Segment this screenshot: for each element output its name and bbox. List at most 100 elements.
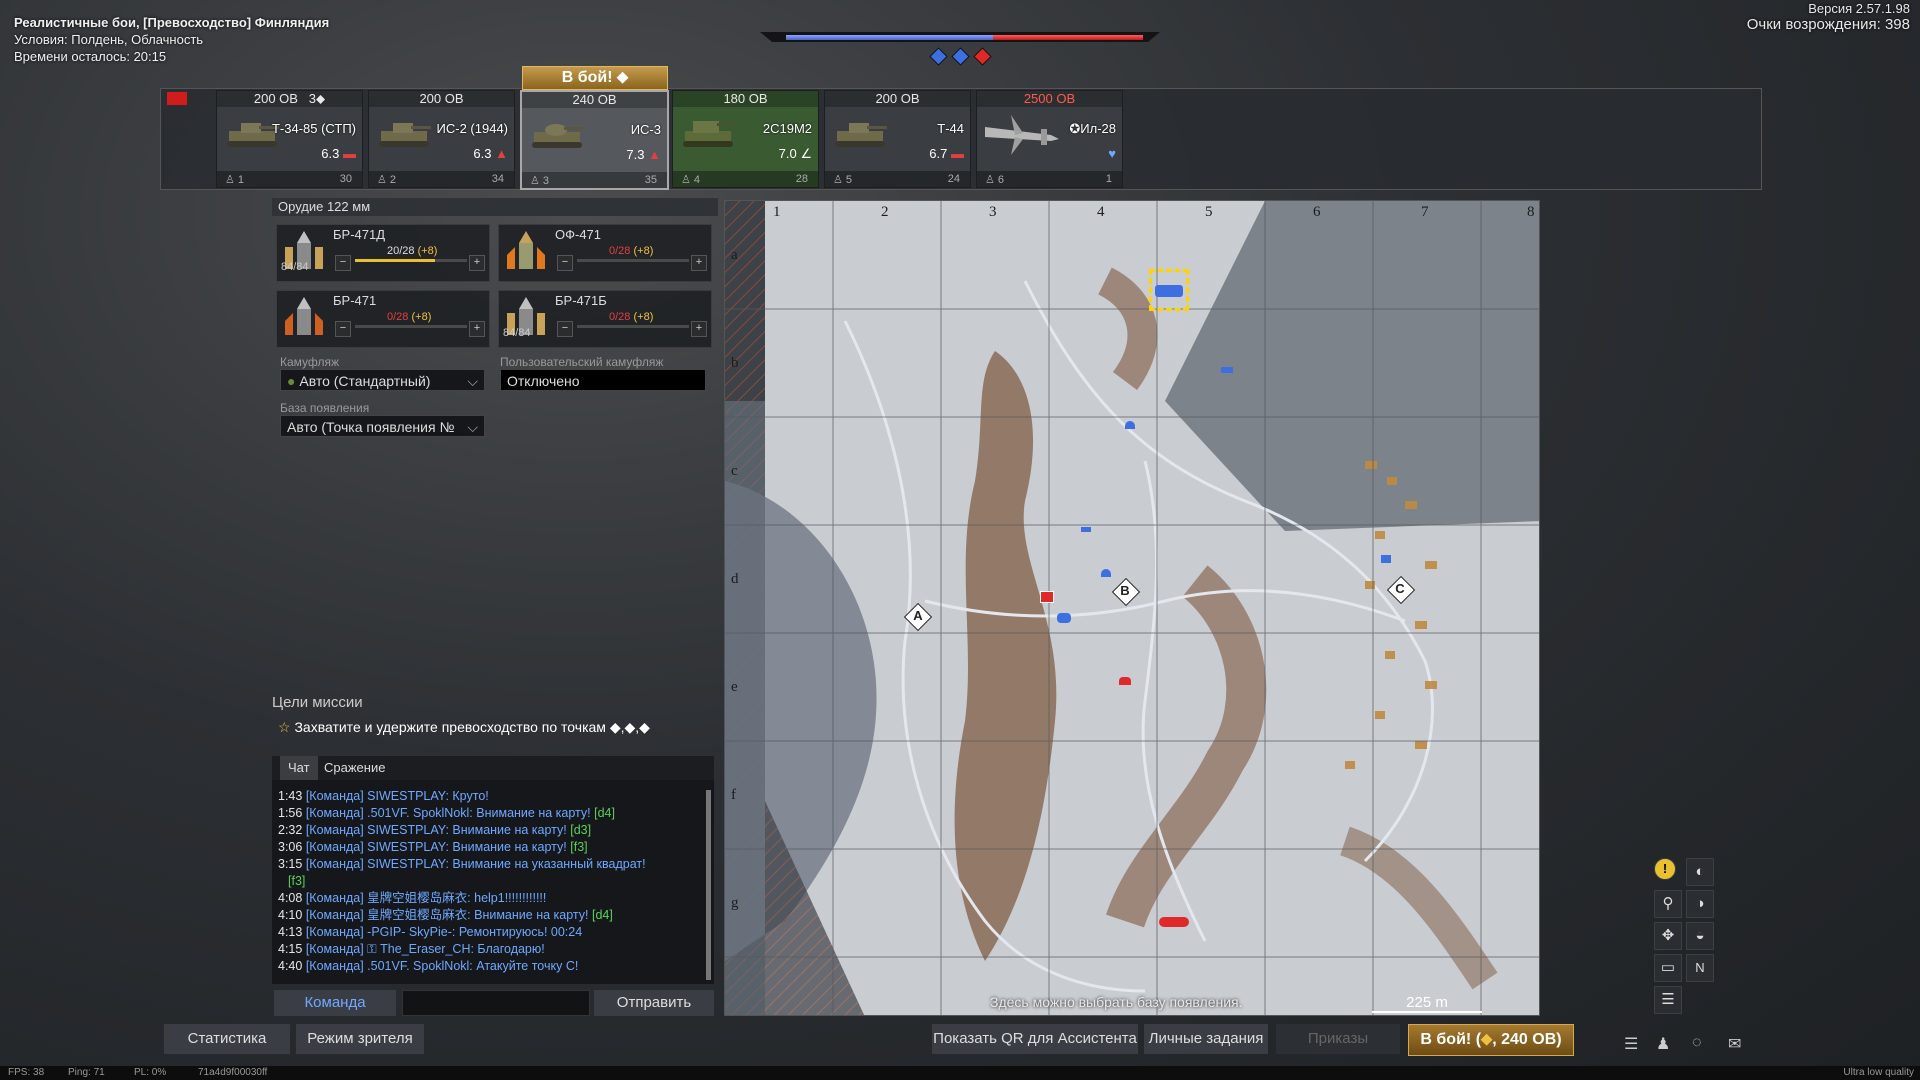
nation-flag [167, 92, 187, 105]
shell-br-471d[interactable]: БР-471Д 20/28 (+8) − + 84/84 [276, 224, 490, 282]
chat-tabs: Чат Сражение [272, 756, 714, 780]
enemy-spawn-marker [1159, 917, 1189, 927]
shell-of-471[interactable]: ОФ-471 0/28 (+8) − + [498, 224, 712, 282]
increase-button[interactable]: + [469, 321, 485, 337]
vehicle-slot-1[interactable]: 200 ОВ 3⬥ Т-34-85 (СТП) 6.3 ▬ ♙ 1 30 [216, 90, 363, 188]
show-qr-button[interactable]: Показать QR для Ассистента [932, 1024, 1138, 1054]
version-text: Версия 2.57.1.98 [1808, 1, 1910, 16]
to-battle-tab[interactable]: В бой! ⬥ [522, 66, 668, 90]
shell-stock: 84/84 [281, 261, 309, 273]
spawn-value: Авто (Точка появления № [287, 419, 455, 435]
shell-slider[interactable] [355, 325, 467, 328]
map-row-label: b [731, 355, 739, 371]
vehicle-footer: ♙ 4 28 [673, 171, 818, 187]
chat-line: 2:32 [Команда] SIWESTPLAY: Внимание на к… [278, 823, 592, 837]
list-icon[interactable]: ☰ [1624, 1034, 1646, 1053]
shell-count: 0/28 (+8) [387, 311, 432, 323]
vehicle-slot-5[interactable]: 200 ОВ Т-44 6.7 ▬ ♙ 5 24 [824, 90, 971, 188]
chat-line: [f3] [288, 874, 306, 888]
shell-slider-fill [355, 259, 435, 262]
fps-text: FPS: 38 [8, 1067, 45, 1078]
shell-slider[interactable] [355, 259, 467, 262]
vehicle-footer: ♙ 3 35 [522, 172, 667, 188]
key-n-icon: N [1686, 954, 1714, 982]
increase-button[interactable]: + [469, 255, 485, 271]
chat-line: 4:13 [Команда] -PGIP- SkyPie-: Ремонтиру… [278, 925, 583, 939]
chat-icon[interactable]: ◌ [1692, 1034, 1714, 1052]
vehicle-slot-6[interactable]: 2500 ОВ ✪Ил-28 ♥ ♙ 61 [976, 90, 1123, 188]
bomber-icon [985, 115, 1059, 155]
chat-input[interactable] [402, 990, 590, 1016]
map-col-label: 7 [1421, 204, 1429, 220]
statistics-button[interactable]: Статистика [164, 1024, 290, 1054]
custom-camo-select[interactable]: Отключено [500, 369, 706, 391]
respawn-points-text: Очки возрождения: 398 [1746, 16, 1910, 33]
decrease-button[interactable]: − [335, 255, 351, 271]
squad-icon[interactable]: ♟ [1656, 1034, 1678, 1053]
map-terrain [725, 201, 1539, 1015]
shell-br-471b[interactable]: БР-471Б 0/28 (+8) − + 84/84 [498, 290, 712, 348]
chat-send-button[interactable]: Отправить [594, 990, 714, 1016]
vehicle-slot-4[interactable]: 180 ОВ 2С19М2 7.0 ∠ ♙ 4 28 [672, 90, 819, 188]
spawn-select[interactable]: Авто (Точка появления № ⌵ [280, 415, 485, 437]
personal-tasks-button[interactable]: Личные задания [1144, 1024, 1268, 1054]
vehicle-cost: 200 ОВ [369, 91, 514, 107]
shell-br-471[interactable]: БР-471 0/28 (+8) − + [276, 290, 490, 348]
shell-slider[interactable] [577, 259, 689, 262]
chat-scrollbar[interactable] [706, 790, 711, 980]
settings-sliders-icon[interactable]: ☰ [1654, 986, 1682, 1014]
map-col-label: 5 [1205, 204, 1213, 220]
map-scale: 225 m [1372, 994, 1482, 1013]
tab-battle[interactable]: Сражение [316, 756, 393, 780]
weapon-title: Орудие 122 мм [272, 198, 718, 216]
zoom-icon[interactable]: ⚲ [1654, 890, 1682, 918]
vehicle-footer: ♙ 2 34 [369, 171, 514, 187]
chat-line-clipped [272, 780, 714, 788]
shell-name: ОФ-471 [555, 227, 602, 242]
score-bar [760, 32, 1160, 42]
vehicle-slot-2[interactable]: 200 ОВ ИС-2 (1944) 6.3 ▲ ♙ 2 34 [368, 90, 515, 188]
orders-button[interactable]: Приказы [1276, 1024, 1400, 1054]
shell-slider[interactable] [577, 325, 689, 328]
ping-text: Ping: 71 [68, 1067, 105, 1078]
chat-line: 4:40 [Команда] .501VF. SpoklNokl: Атакуй… [278, 959, 579, 973]
warning-icon[interactable]: ! [1654, 858, 1676, 880]
map-col-label: 4 [1097, 204, 1105, 220]
spectator-mode-button[interactable]: Режим зрителя [296, 1024, 424, 1054]
to-battle-button[interactable]: В бой! (⬥, 240 ОВ) [1408, 1024, 1574, 1056]
vehicle-br: 7.3 ▲ [626, 147, 661, 162]
to-battle-tab-label: В бой! [561, 69, 613, 86]
capture-point-b-label: B [1120, 583, 1130, 598]
map-row-label: f [731, 787, 736, 803]
decrease-button[interactable]: − [335, 321, 351, 337]
mail-icon[interactable]: ✉ [1728, 1034, 1750, 1053]
score-bar-blue [786, 35, 993, 40]
vehicle-cost: 180 ОВ [673, 91, 818, 107]
score-bar-red [993, 35, 1143, 40]
battle-info: Реалистичные бои, [Превосходство] Финлян… [14, 14, 329, 65]
chat-channel-button[interactable]: Команда [274, 990, 396, 1016]
map-col-label: 3 [989, 204, 997, 220]
shell-name: БР-471Б [555, 293, 607, 308]
tab-chat[interactable]: Чат [280, 756, 318, 780]
packet-loss-text: PL: 0% [134, 1067, 167, 1078]
chat-line: 1:43 [Команда] SIWESTPLAY: Круто! [278, 789, 489, 803]
increase-button[interactable]: + [691, 321, 707, 337]
tactical-map[interactable]: 1 2 3 4 5 6 7 8 a b c d e f g A B C [724, 200, 1540, 1016]
shell-name: БР-471 [333, 293, 377, 308]
session-id-text: 71a4d9f00030ff [198, 1067, 268, 1078]
tank-view-icon[interactable]: ▭ [1654, 954, 1682, 982]
vehicle-cost: 2500 ОВ [977, 91, 1122, 107]
vehicle-slot-3-selected[interactable]: 240 ОВ ИС-3 7.3 ▲ ♙ 3 35 [520, 90, 669, 190]
vehicle-name: Т-44 [937, 121, 964, 136]
move-icon[interactable]: ✥ [1654, 922, 1682, 950]
ally-marker [1221, 367, 1233, 373]
decrease-button[interactable]: − [557, 321, 573, 337]
increase-button[interactable]: + [691, 255, 707, 271]
zone-b-indicator [951, 47, 970, 66]
map-row-label: g [731, 895, 739, 911]
map-col-label: 2 [881, 204, 889, 220]
decrease-button[interactable]: − [557, 255, 573, 271]
camo-select[interactable]: ● Авто (Стандартный) ⌵ [280, 369, 485, 391]
shell-count: 0/28 (+8) [609, 245, 654, 257]
